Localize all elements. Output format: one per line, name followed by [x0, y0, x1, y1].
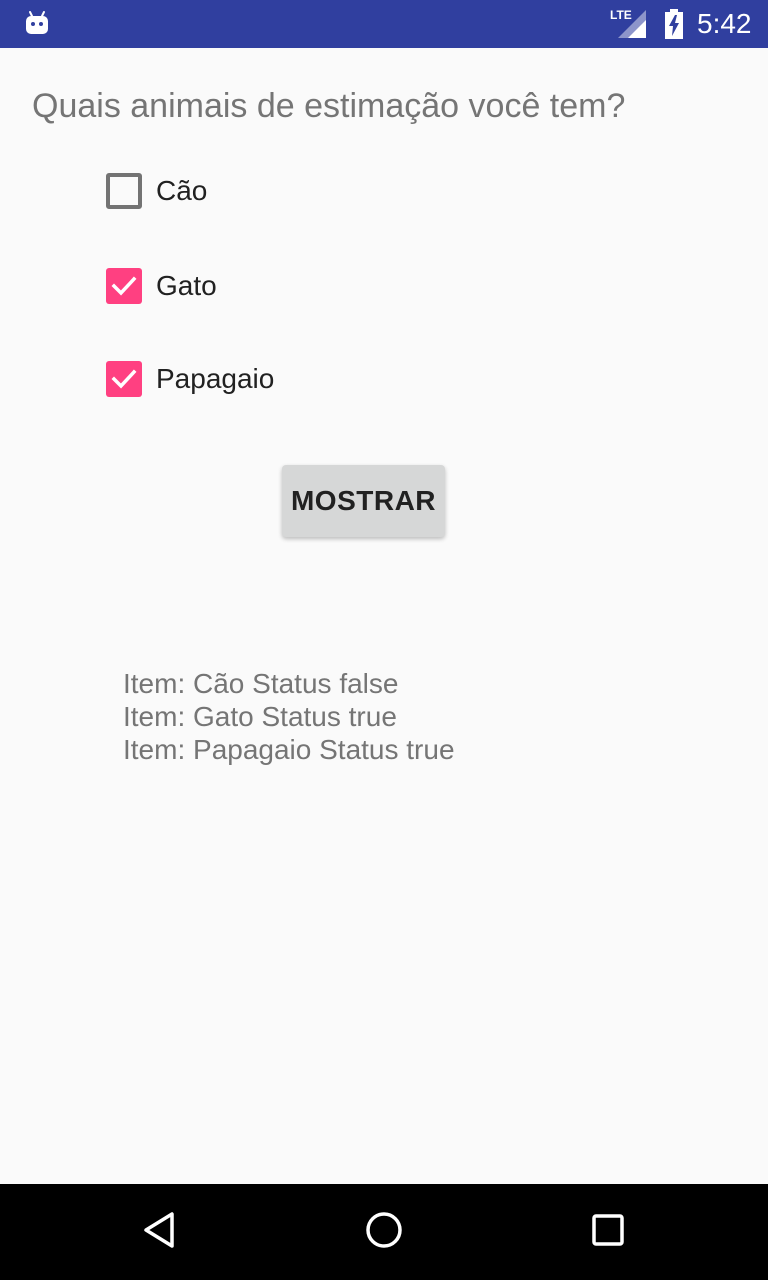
- home-icon: [364, 1210, 404, 1255]
- checkbox-label: Gato: [156, 270, 217, 301]
- checkbox-unchecked-icon[interactable]: [106, 173, 142, 209]
- checkbox-papagaio[interactable]: Papagaio: [104, 359, 274, 399]
- mostrar-button[interactable]: MOSTRAR: [282, 465, 445, 537]
- checkbox-label: Papagaio: [156, 363, 275, 394]
- lte-signal-icon: LTE: [610, 8, 650, 40]
- recents-button[interactable]: [584, 1208, 632, 1256]
- back-icon: [140, 1210, 180, 1255]
- checkbox-checked-icon[interactable]: [106, 268, 142, 304]
- result-line: Item: Gato Status true: [123, 701, 397, 732]
- result-text: Item: Cão Status false Item: Gato Status…: [123, 667, 455, 766]
- navigation-bar: [0, 1184, 768, 1280]
- back-button[interactable]: [136, 1208, 184, 1256]
- recents-icon: [588, 1210, 628, 1255]
- checkbox-cao[interactable]: Cão: [104, 171, 207, 211]
- status-clock: 5:42: [697, 8, 752, 39]
- checkbox-checked-icon[interactable]: [106, 361, 142, 397]
- question-label: Quais animais de estimação você tem?: [32, 87, 626, 125]
- result-line: Item: Cão Status false: [123, 668, 399, 699]
- home-button[interactable]: [360, 1208, 408, 1256]
- status-bar: LTE 5:42: [0, 0, 768, 48]
- android-debug-icon: [24, 10, 50, 36]
- app-screen: LTE 5:42 Quais animais de estimação você…: [0, 0, 768, 1280]
- battery-charging-icon: [664, 9, 684, 39]
- checkbox-gato[interactable]: Gato: [104, 266, 217, 306]
- checkbox-label: Cão: [156, 175, 208, 206]
- result-line: Item: Papagaio Status true: [123, 734, 455, 765]
